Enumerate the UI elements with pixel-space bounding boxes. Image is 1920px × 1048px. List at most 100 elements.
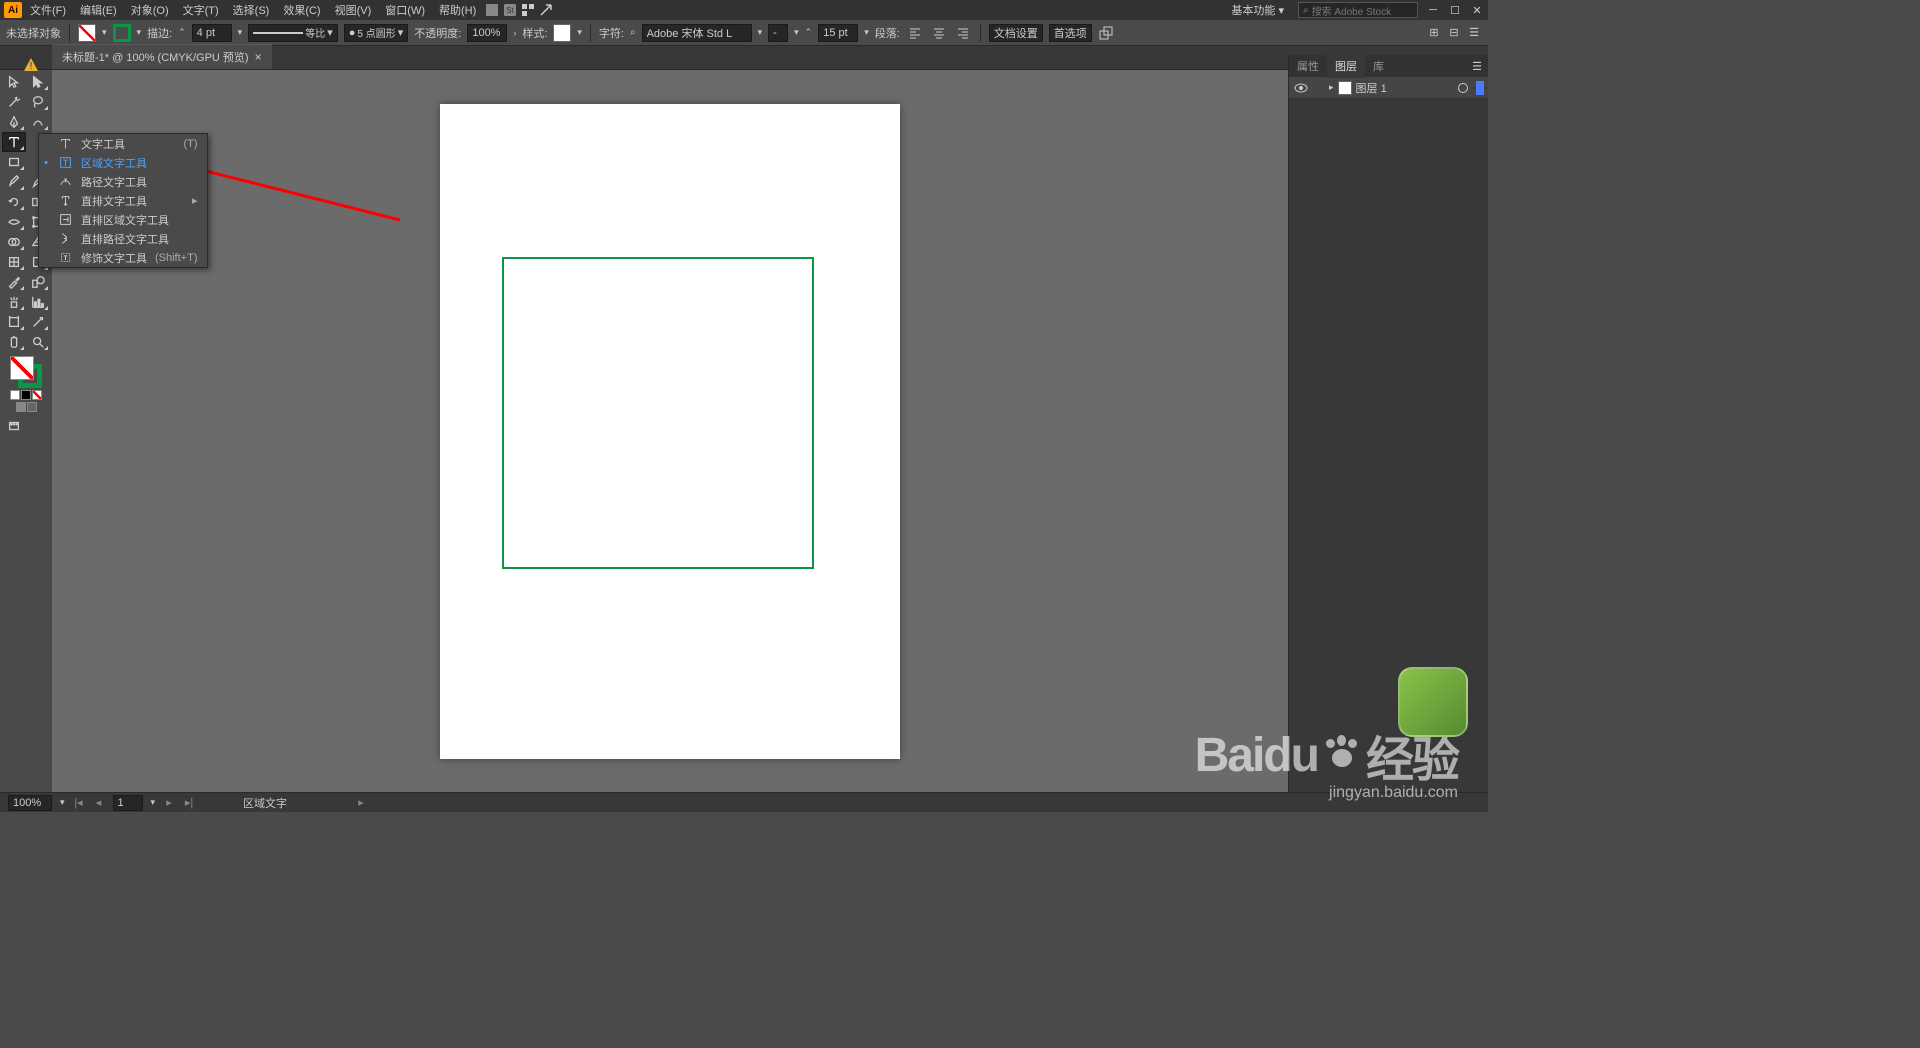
layer-row[interactable]: ▸ 图层 1 (1289, 77, 1488, 99)
width-tool[interactable] (2, 212, 26, 232)
app-logo: Ai (4, 2, 22, 18)
panel-tab-layers[interactable]: 图层 (1327, 54, 1365, 78)
screen-mode-normal[interactable] (16, 402, 26, 412)
flyout-touch-type-tool[interactable]: 修饰文字工具 (Shift+T) (39, 248, 207, 267)
option-icon1[interactable]: ⊞ (1426, 25, 1442, 41)
next-artboard-button[interactable]: ▸ (163, 797, 175, 809)
layer-target-icon[interactable] (1458, 83, 1468, 93)
flyout-vertical-type-tool[interactable]: 直排文字工具 ▸ (39, 191, 207, 210)
direct-selection-tool[interactable] (26, 72, 50, 92)
selection-tool[interactable] (2, 72, 26, 92)
menu-window[interactable]: 窗口(W) (379, 0, 431, 20)
align-left-button[interactable] (906, 24, 924, 42)
font-family-input[interactable] (642, 24, 752, 42)
document-tab-bar: 未标题-1* @ 100% (CMYK/GPU 预览) × (0, 46, 1488, 70)
menu-select[interactable]: 选择(S) (227, 0, 276, 20)
flyout-vertical-area-type-tool[interactable]: 直排区域文字工具 (39, 210, 207, 229)
stock-icon[interactable]: St (502, 2, 518, 18)
transform-icon[interactable] (1098, 25, 1114, 41)
menu-file[interactable]: 文件(F) (24, 0, 72, 20)
screen-mode-full[interactable] (27, 402, 37, 412)
type-tool[interactable] (2, 132, 26, 152)
pen-tool[interactable] (2, 112, 26, 132)
menu-object[interactable]: 对象(O) (125, 0, 175, 20)
opacity-input[interactable] (467, 24, 507, 42)
align-right-button[interactable] (954, 24, 972, 42)
option-menu-icon[interactable]: ☰ (1466, 25, 1482, 41)
workspace-switcher[interactable]: 基本功能 ▾ (1225, 0, 1290, 20)
layer-name[interactable]: 图层 1 (1356, 80, 1387, 96)
maximize-button[interactable]: ☐ (1448, 3, 1462, 17)
first-artboard-button[interactable]: |◂ (73, 797, 85, 809)
bridge-icon[interactable] (484, 2, 500, 18)
flyout-vertical-path-type-tool[interactable]: 直排路径文字工具 (39, 229, 207, 248)
font-size-input[interactable] (818, 24, 858, 42)
menu-type[interactable]: 文字(T) (177, 0, 225, 20)
brush-profile-dropdown[interactable]: ● 5 点圆形 ▾ (344, 24, 409, 42)
zoom-input[interactable] (8, 795, 52, 811)
symbol-sprayer-tool[interactable] (2, 292, 26, 312)
canvas-area[interactable] (52, 70, 1288, 792)
graphic-style-swatch[interactable] (553, 24, 571, 42)
eyedropper-tool[interactable] (2, 272, 26, 292)
flyout-area-type-tool[interactable]: • 区域文字工具 (39, 153, 207, 172)
panel-tab-libraries[interactable]: 库 (1365, 54, 1392, 78)
curvature-tool[interactable] (26, 112, 50, 132)
document-tab[interactable]: 未标题-1* @ 100% (CMYK/GPU 预览) × (52, 44, 272, 69)
document-tab-title: 未标题-1* @ 100% (CMYK/GPU 预览) (62, 49, 249, 65)
artboard-tool[interactable] (2, 312, 26, 332)
option-icon2[interactable]: ⊟ (1446, 25, 1462, 41)
close-button[interactable]: ✕ (1470, 3, 1484, 17)
tab-close-button[interactable]: × (255, 50, 262, 64)
document-setup-button[interactable]: 文档设置 (989, 24, 1043, 42)
layer-color-indicator (1476, 81, 1484, 95)
flyout-type-tool[interactable]: 文字工具 (T) (39, 134, 207, 153)
fill-color[interactable] (10, 356, 34, 380)
fill-swatch[interactable] (78, 24, 96, 42)
font-style-input[interactable] (768, 24, 788, 42)
lasso-tool[interactable] (26, 92, 50, 112)
stroke-weight-input[interactable] (192, 24, 232, 42)
stroke-style-dropdown[interactable]: 等比 ▾ (248, 24, 338, 42)
search-stock-input[interactable]: ⌕ 搜索 Adobe Stock (1298, 2, 1418, 18)
color-mode-solid[interactable] (10, 390, 20, 400)
paintbrush-tool[interactable] (2, 172, 26, 192)
panel-menu-icon[interactable]: ☰ (1466, 60, 1488, 73)
menu-help[interactable]: 帮助(H) (433, 0, 482, 20)
menu-effect[interactable]: 效果(C) (277, 0, 326, 20)
rectangle-tool[interactable] (2, 152, 26, 172)
color-mode-gradient[interactable] (21, 390, 31, 400)
watermark-logo (1398, 667, 1468, 737)
panel-tab-properties[interactable]: 属性 (1289, 54, 1327, 78)
arrange-icon[interactable] (520, 2, 536, 18)
menu-view[interactable]: 视图(V) (329, 0, 378, 20)
area-type-icon (57, 156, 73, 169)
slice-tool[interactable] (26, 312, 50, 332)
mesh-tool[interactable] (2, 252, 26, 272)
last-artboard-button[interactable]: ▸| (183, 797, 195, 809)
expand-layer-icon[interactable]: ▸ (1329, 82, 1334, 93)
align-center-button[interactable] (930, 24, 948, 42)
menu-edit[interactable]: 编辑(E) (74, 0, 123, 20)
shape-builder-tool[interactable] (2, 232, 26, 252)
magic-wand-tool[interactable] (2, 92, 26, 112)
zoom-tool[interactable] (26, 332, 50, 352)
artboard-number-input[interactable] (113, 795, 143, 811)
cloud-icon[interactable] (538, 2, 554, 18)
flyout-path-type-tool[interactable]: 路径文字工具 (39, 172, 207, 191)
graph-tool[interactable] (26, 292, 50, 312)
prev-artboard-button[interactable]: ◂ (93, 797, 105, 809)
preferences-button[interactable]: 首选项 (1049, 24, 1092, 42)
hand-tool[interactable] (2, 332, 26, 352)
visibility-toggle[interactable] (1293, 83, 1309, 93)
vertical-path-type-icon (57, 232, 73, 245)
status-dropdown[interactable]: ▸ (355, 797, 367, 809)
minimize-button[interactable]: ─ (1426, 3, 1440, 17)
stroke-swatch[interactable] (113, 24, 131, 42)
blend-tool[interactable] (26, 272, 50, 292)
tool-hint: 区域文字 (243, 795, 287, 811)
color-mode-none[interactable] (32, 390, 42, 400)
rotate-tool[interactable] (2, 192, 26, 212)
rectangle-object[interactable] (502, 257, 814, 569)
edit-toolbar-button[interactable] (2, 416, 26, 436)
